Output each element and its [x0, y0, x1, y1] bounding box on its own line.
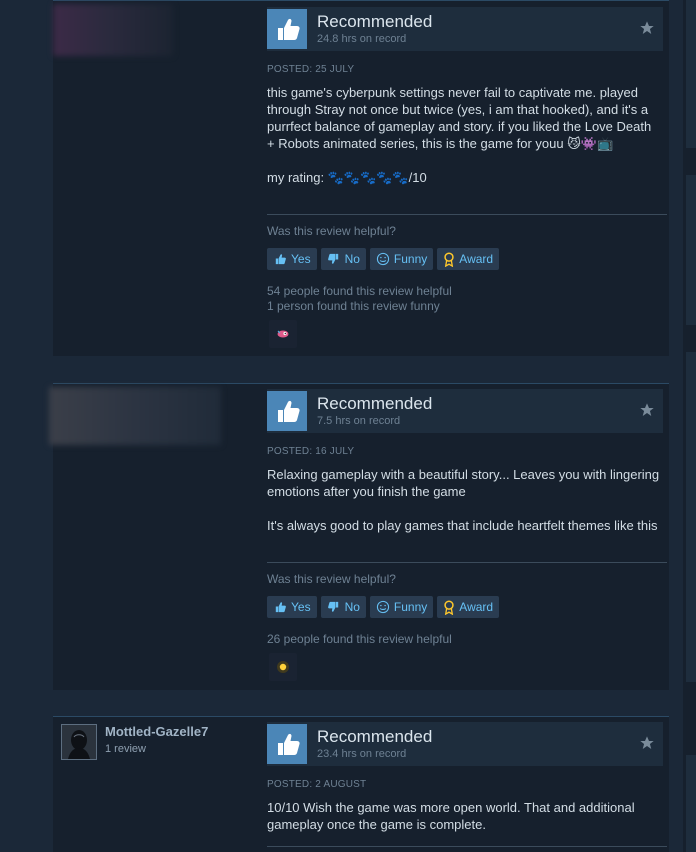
hours-on-record: 23.4 hrs on record — [317, 748, 407, 760]
review-body: Relaxing gameplay with a beautiful story… — [267, 466, 661, 534]
divider — [267, 562, 667, 563]
star-icon[interactable] — [639, 402, 655, 423]
vote-yes-button[interactable]: Yes — [267, 596, 317, 618]
author-review-count[interactable]: 1 review — [105, 743, 146, 755]
recommendation-label: Recommended — [317, 12, 433, 31]
smiley-icon — [376, 600, 390, 614]
review-vote-header[interactable]: Recommended 23.4 hrs on record — [267, 722, 663, 766]
reviews-page: Recommended 24.8 hrs on record POSTED: 2… — [0, 0, 696, 852]
hours-on-record: 7.5 hrs on record — [317, 415, 401, 427]
avatar[interactable] — [61, 724, 97, 760]
sidebar-card — [686, 175, 696, 325]
review-top-border — [53, 0, 669, 1]
review-card: Recommended 24.8 hrs on record POSTED: 2… — [53, 0, 669, 356]
funny-count: 1 person found this review funny — [267, 299, 440, 313]
award-label: Award — [459, 252, 494, 266]
review-top-border — [53, 383, 669, 384]
thumbs-up-icon — [275, 602, 286, 613]
review-top-border — [53, 716, 669, 717]
review-body: 10/10 Wish the game was more open world.… — [267, 799, 661, 833]
author-avatar-blurred[interactable] — [49, 387, 221, 445]
no-label: No — [344, 600, 360, 614]
star-icon[interactable] — [639, 735, 655, 756]
review-vote-header[interactable]: Recommended 7.5 hrs on record — [267, 389, 663, 433]
recommendation-label: Recommended — [317, 394, 433, 413]
award-button[interactable]: Award — [437, 248, 500, 270]
award-emoji-icon[interactable] — [269, 320, 297, 348]
recommendation-label: Recommended — [317, 727, 433, 746]
award-button[interactable]: Award — [437, 596, 500, 618]
award-label: Award — [459, 600, 494, 614]
divider — [267, 214, 667, 215]
thumbs-down-icon — [327, 601, 338, 612]
award-ribbon-icon — [444, 599, 454, 615]
helpful-question: Was this review helpful? — [267, 572, 396, 586]
posted-date: POSTED: 2 AUGUST — [267, 779, 367, 790]
vote-yes-button[interactable]: Yes — [267, 248, 317, 270]
posted-date: POSTED: 25 JULY — [267, 64, 355, 75]
review-card: Mottled-Gazelle7 1 review Recommended 23… — [53, 716, 669, 852]
review-text: this game's cyberpunk settings never fai… — [267, 85, 652, 185]
smiley-icon — [376, 252, 390, 266]
vote-funny-button[interactable]: Funny — [369, 248, 434, 270]
divider — [267, 846, 667, 847]
thumbs-down-icon — [327, 253, 338, 264]
helpful-question: Was this review helpful? — [267, 224, 396, 238]
sidebar-card — [686, 0, 696, 148]
vote-buttons: Yes No Funny Award — [267, 596, 500, 618]
vote-no-button[interactable]: No — [320, 596, 366, 618]
yes-label: Yes — [291, 600, 311, 614]
award-ribbon-icon — [444, 251, 454, 267]
thumbs-up-icon — [267, 724, 307, 764]
funny-label: Funny — [393, 252, 428, 266]
helpful-count: 26 people found this review helpful — [267, 632, 452, 646]
author-avatar-blurred[interactable] — [53, 4, 173, 56]
funny-label: Funny — [393, 600, 428, 614]
review-text: 10/10 Wish the game was more open world.… — [267, 800, 639, 832]
hours-on-record: 24.8 hrs on record — [317, 33, 407, 45]
helpful-count: 54 people found this review helpful — [267, 284, 452, 298]
thumbs-up-icon — [275, 254, 286, 265]
award-glow-icon[interactable] — [269, 653, 297, 681]
thumbs-up-icon — [267, 391, 307, 431]
no-label: No — [344, 252, 360, 266]
author-name[interactable]: Mottled-Gazelle7 — [105, 724, 208, 739]
thumbs-up-icon — [267, 9, 307, 49]
review-body: this game's cyberpunk settings never fai… — [267, 84, 661, 186]
vote-no-button[interactable]: No — [320, 248, 366, 270]
vote-buttons: Yes No Funny Award — [267, 248, 500, 270]
vote-funny-button[interactable]: Funny — [369, 596, 434, 618]
posted-date: POSTED: 16 JULY — [267, 446, 355, 457]
star-icon[interactable] — [639, 20, 655, 41]
sidebar-card — [686, 755, 696, 852]
sidebar-card — [686, 352, 696, 682]
yes-label: Yes — [291, 252, 311, 266]
review-vote-header[interactable]: Recommended 24.8 hrs on record — [267, 7, 663, 51]
review-card: Recommended 7.5 hrs on record POSTED: 16… — [49, 383, 669, 690]
review-text: Relaxing gameplay with a beautiful story… — [267, 467, 660, 533]
